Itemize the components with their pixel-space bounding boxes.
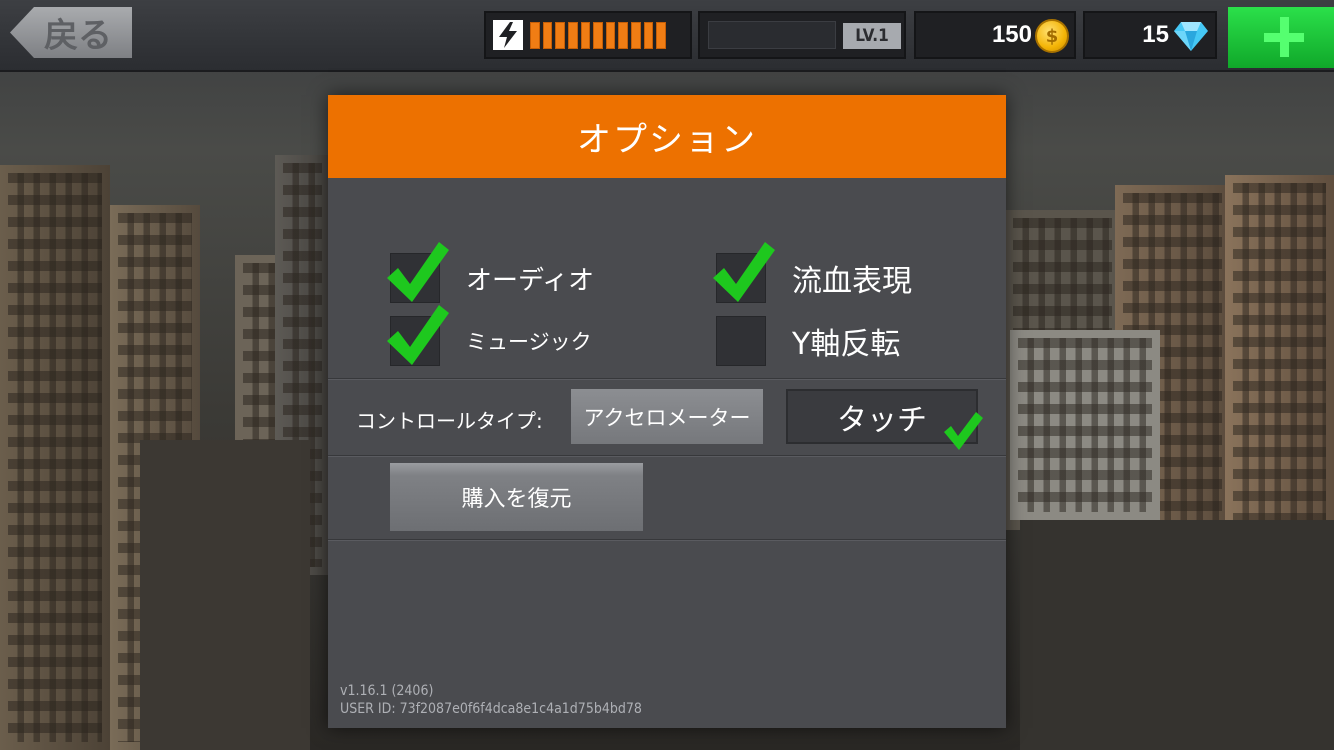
energy-meter — [484, 11, 692, 59]
divider — [328, 378, 1006, 380]
music-checkbox[interactable] — [387, 305, 449, 366]
gem-counter[interactable]: 15 — [1083, 11, 1217, 59]
version-text: v1.16.1 (2406) — [340, 683, 434, 699]
diamond-icon — [1174, 22, 1208, 51]
gem-count: 15 — [1142, 21, 1169, 48]
energy-segment — [618, 22, 629, 49]
divider — [328, 539, 1006, 541]
energy-segment — [631, 22, 641, 49]
back-button-label: 戻る — [44, 16, 112, 56]
invert-y-checkbox[interactable] — [716, 316, 766, 366]
touch-button[interactable]: タッチ — [786, 389, 983, 450]
energy-segment — [656, 22, 667, 49]
building — [0, 165, 110, 750]
energy-segment — [605, 22, 616, 49]
coin-icon: $ — [1035, 19, 1069, 53]
blood-toggle[interactable]: 流血表現 — [713, 242, 912, 303]
building — [1010, 330, 1160, 520]
divider — [328, 455, 1006, 457]
lightning-icon — [493, 20, 523, 50]
checkmark-icon — [713, 242, 775, 302]
building — [1020, 520, 1334, 750]
audio-toggle[interactable]: オーディオ — [387, 242, 595, 303]
blood-checkbox[interactable] — [713, 242, 775, 303]
panel-header: オプション — [328, 95, 1006, 178]
energy-segment — [567, 22, 578, 49]
energy-segment — [542, 22, 553, 49]
checkmark-icon — [387, 305, 449, 365]
xp-bar — [708, 21, 836, 49]
options-panel: オプション オーディオ ミュージック 流血表現 Y軸反転 コントロールタイプ: … — [328, 95, 1006, 728]
user-id-text: USER ID: 73f2087e0f6f4dca8e1c4a1d75b4bd7… — [340, 701, 642, 717]
building — [1225, 175, 1334, 535]
accelerometer-button[interactable]: アクセロメーター — [571, 389, 763, 444]
blood-label: 流血表現 — [792, 264, 912, 299]
plus-icon-stem — [1280, 17, 1289, 57]
audio-label: オーディオ — [466, 265, 595, 296]
energy-segment — [530, 22, 540, 49]
music-label: ミュージック — [466, 330, 592, 354]
building — [140, 440, 310, 750]
xp-meter: LV.1 — [698, 11, 906, 59]
invert-y-toggle[interactable]: Y軸反転 — [716, 316, 900, 366]
coin-count: 150 — [991, 21, 1032, 48]
back-button[interactable]: 戻る — [10, 7, 132, 58]
energy-bar — [530, 22, 667, 49]
invert-y-label: Y軸反転 — [792, 327, 901, 362]
music-toggle[interactable]: ミュージック — [387, 305, 592, 366]
accelerometer-label: アクセロメーター — [583, 405, 751, 430]
coin-counter[interactable]: 150 $ — [914, 11, 1076, 59]
add-currency-button[interactable] — [1228, 7, 1334, 68]
audio-checkbox[interactable] — [387, 242, 449, 303]
energy-segment — [643, 22, 654, 49]
panel-title: オプション — [577, 120, 757, 160]
energy-segment — [580, 22, 591, 49]
checkmark-icon — [944, 412, 983, 450]
checkmark-icon — [387, 242, 449, 302]
touch-label: タッチ — [837, 402, 927, 438]
control-type-label: コントロールタイプ: — [356, 409, 543, 433]
restore-purchases-label: 購入を復元 — [461, 487, 572, 512]
level-badge: LV.1 — [843, 23, 901, 49]
energy-segment — [593, 22, 603, 49]
restore-purchases-button[interactable]: 購入を復元 — [390, 463, 643, 531]
top-bar: 戻る LV.1 150 $ 15 — [0, 0, 1334, 72]
energy-segment — [555, 22, 565, 49]
